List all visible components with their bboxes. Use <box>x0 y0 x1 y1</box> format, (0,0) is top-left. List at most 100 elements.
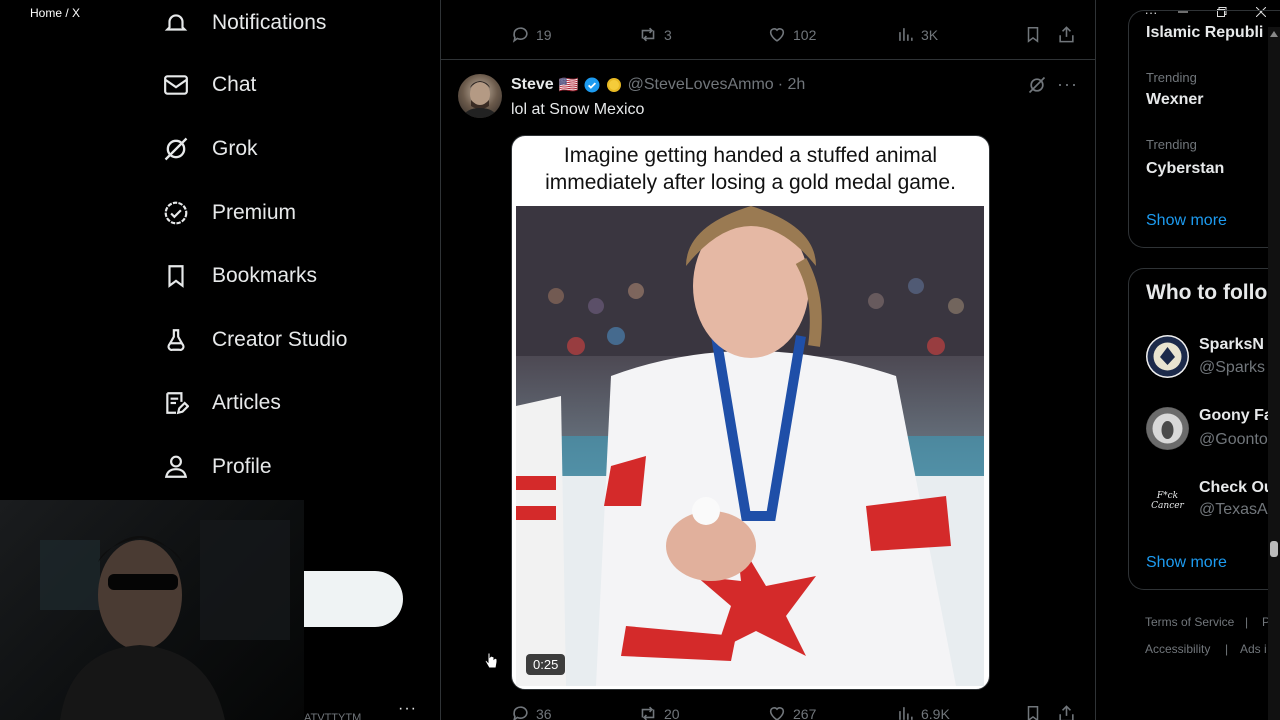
trend-name[interactable]: Cyberstan <box>1146 160 1224 178</box>
who-to-follow-show-more-link[interactable]: Show more <box>1146 554 1227 572</box>
bell-icon <box>160 7 192 39</box>
follow-account-handle[interactable]: @Sparks <box>1199 359 1265 377</box>
grok-explain-button[interactable] <box>1027 75 1047 100</box>
nav-label: Grok <box>212 137 258 160</box>
verified-badge-icon <box>160 197 192 229</box>
grok-icon <box>160 133 192 165</box>
follow-account-handle[interactable]: @TexasA <box>1199 501 1268 519</box>
views-button[interactable]: 6.9K <box>896 704 950 720</box>
avatar[interactable] <box>1146 407 1189 450</box>
reply-count: 36 <box>536 705 552 720</box>
nav-item-creator-studio[interactable]: Creator Studio <box>160 320 347 360</box>
like-button[interactable]: 267 <box>767 704 816 720</box>
analytics-icon <box>899 28 913 41</box>
meme-caption-line: Imagine getting handed a stuffed animal <box>563 144 938 167</box>
reply-count: 19 <box>536 26 552 43</box>
article-icon <box>160 387 192 419</box>
account-more-button[interactable]: ··· <box>398 700 417 718</box>
reply-icon <box>513 706 528 720</box>
grok-icon <box>1028 76 1046 94</box>
share-icon <box>1059 26 1074 43</box>
avatar-text: F*ck Cancer <box>1151 490 1184 511</box>
nav-item-bookmarks[interactable]: Bookmarks <box>160 256 317 296</box>
nav-item-grok[interactable]: Grok <box>160 129 258 169</box>
avatar[interactable] <box>458 74 502 118</box>
views-button[interactable]: 3K <box>896 25 938 44</box>
account-handle: ATVTTYTM <box>304 712 362 720</box>
video-duration: 0:25 <box>526 654 566 675</box>
views-count: 3K <box>921 26 939 43</box>
gold-coin-icon <box>606 77 622 93</box>
trend-context: Trending <box>1146 137 1197 152</box>
trend-name[interactable]: Wexner <box>1146 91 1204 109</box>
nav-label: Chat <box>212 73 257 96</box>
bookmark-button[interactable] <box>1024 25 1048 44</box>
nav-label: Creator Studio <box>212 328 348 351</box>
tweet-divider <box>441 59 1095 60</box>
analytics-icon <box>899 707 913 720</box>
verified-icon <box>583 76 601 94</box>
author-handle[interactable]: @SteveLovesAmmo <box>628 76 774 94</box>
bookmark-icon <box>1027 706 1039 720</box>
meme-caption-line: immediately after losing a gold medal ga… <box>545 171 956 194</box>
bookmark-button[interactable] <box>1024 704 1048 720</box>
meme-caption: Imagine getting handed a stuffed animal … <box>512 142 989 196</box>
avatar[interactable]: F*ck Cancer <box>1146 479 1189 522</box>
avatar[interactable] <box>1146 335 1189 378</box>
reply-button[interactable]: 19 <box>511 25 552 44</box>
nav-item-chat[interactable]: Chat <box>160 65 256 105</box>
webcam-overlay <box>0 500 304 720</box>
repost-icon <box>641 706 655 720</box>
scrollbar-thumb[interactable] <box>1270 541 1278 557</box>
nav-item-articles[interactable]: Articles <box>160 383 281 423</box>
like-count: 267 <box>793 705 817 720</box>
nav-label: Profile <box>212 455 272 478</box>
repost-count: 3 <box>664 26 672 43</box>
post-button[interactable] <box>303 571 403 627</box>
who-to-follow-title: Who to follo <box>1146 281 1268 304</box>
footer-separator: | <box>1245 615 1249 629</box>
repost-count: 20 <box>664 705 680 720</box>
follow-account-name[interactable]: Check Ou <box>1199 479 1274 497</box>
bookmark-icon <box>1027 27 1039 43</box>
tweet-timestamp[interactable]: · 2h <box>778 76 806 94</box>
follow-account-name[interactable]: SparksN <box>1199 336 1264 354</box>
trend-name[interactable]: Islamic Republi <box>1146 24 1263 42</box>
follow-account-name[interactable]: Goony Fa <box>1199 407 1273 425</box>
envelope-icon <box>160 69 192 101</box>
terms-link[interactable]: Terms of Service <box>1145 615 1234 629</box>
footer-separator: | <box>1225 642 1229 656</box>
us-flag-icon: 🇺🇸 <box>558 77 579 94</box>
nav-item-premium[interactable]: Premium <box>160 193 296 233</box>
reply-button[interactable]: 36 <box>511 704 552 720</box>
views-count: 6.9K <box>921 705 950 720</box>
nav-label: Bookmarks <box>212 264 318 287</box>
video-frame <box>516 206 984 686</box>
nav-item-profile[interactable]: Profile <box>160 447 272 487</box>
more-icon[interactable]: ··· <box>1057 74 1078 95</box>
trend-context: Trending <box>1146 70 1197 85</box>
repost-button[interactable]: 3 <box>638 25 672 44</box>
bookmark-icon <box>160 260 192 292</box>
ads-info-link[interactable]: Ads i <box>1240 642 1267 656</box>
repost-button[interactable]: 20 <box>638 704 680 720</box>
reply-icon <box>512 27 528 43</box>
nav-label: Premium <box>212 201 297 224</box>
trends-show-more-link[interactable]: Show more <box>1146 212 1227 230</box>
scrollbar[interactable] <box>1268 27 1280 720</box>
share-button[interactable] <box>1057 704 1082 720</box>
tweet-media[interactable]: Imagine getting handed a stuffed animal … <box>511 135 990 690</box>
share-icon <box>1059 705 1074 720</box>
nav-item-notifications[interactable]: Notifications <box>160 3 326 43</box>
share-button[interactable] <box>1057 25 1082 44</box>
follow-account-handle[interactable]: @Goonto <box>1199 431 1268 449</box>
accessibility-link[interactable]: Accessibility <box>1145 642 1210 656</box>
nav-label: Notifications <box>212 11 327 34</box>
heart-icon <box>769 28 785 42</box>
tweet-text: lol at Snow Mexico <box>511 101 645 118</box>
like-count: 102 <box>793 26 817 43</box>
like-button[interactable]: 102 <box>767 25 816 44</box>
person-icon <box>160 451 192 483</box>
author-name[interactable]: Steve <box>511 76 554 94</box>
nav-label: Articles <box>212 391 281 414</box>
